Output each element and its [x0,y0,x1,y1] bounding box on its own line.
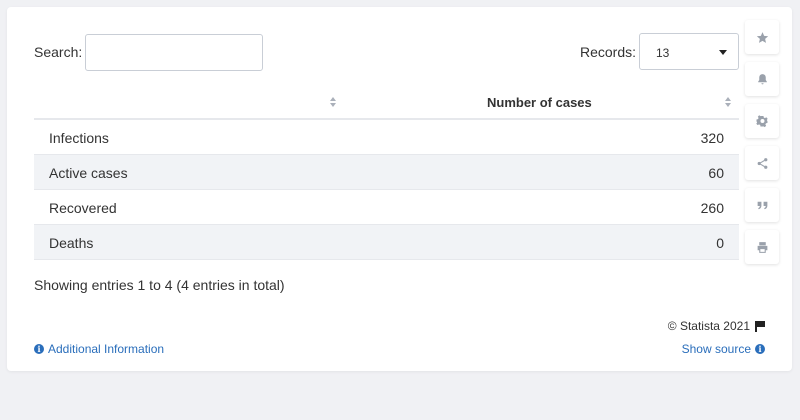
row-value: 60 [708,165,724,181]
info-icon: i [755,344,765,354]
row-label: Deaths [49,235,94,251]
row-value: 260 [700,200,724,216]
records-select-value: 13 [656,46,670,60]
quote-icon [757,201,767,209]
show-source-link[interactable]: Show source i [682,342,765,356]
bell-icon [757,73,767,84]
records-label: Records: [580,44,637,60]
action-sidebar [745,20,779,264]
sort-icon[interactable] [330,97,338,109]
favorite-button[interactable] [745,20,779,54]
flag-icon[interactable] [755,320,765,332]
table-row: Active cases 60 [34,155,739,190]
gear-icon [755,114,768,127]
table-row: Recovered 260 [34,190,739,225]
table-header: Number of cases [34,85,739,120]
additional-information-link[interactable]: i Additional Information [34,342,164,356]
share-button[interactable] [745,146,779,180]
row-value: 320 [700,130,724,146]
print-icon [757,241,767,253]
column-header-number-of-cases[interactable]: Number of cases [487,95,592,110]
cite-button[interactable] [745,188,779,222]
caret-down-icon [719,50,727,55]
print-button[interactable] [745,230,779,264]
sort-icon[interactable] [725,97,733,109]
star-icon [756,31,768,43]
show-source-label: Show source [681,342,751,356]
records-select[interactable]: 13 [639,33,739,70]
copyright-text: © Statista 2021 [667,319,750,333]
table-row: Deaths 0 [34,225,739,260]
row-label: Infections [49,130,109,146]
info-icon: i [34,344,44,354]
row-label: Active cases [49,165,128,181]
search-input[interactable] [85,34,263,71]
entries-summary: Showing entries 1 to 4 (4 entries in tot… [34,277,285,293]
search-label: Search: [34,44,83,60]
additional-information-label: Additional Information [48,342,165,356]
share-icon [757,157,767,169]
row-value: 0 [716,235,724,251]
data-table: Number of cases Infections 320 Active ca… [34,85,739,260]
copyright: © Statista 2021 [668,319,765,333]
statistics-card: Search: Records: 13 Number of cases Infe… [7,7,792,371]
notification-button[interactable] [745,62,779,96]
row-label: Recovered [49,200,117,216]
settings-button[interactable] [745,104,779,138]
table-row: Infections 320 [34,120,739,155]
